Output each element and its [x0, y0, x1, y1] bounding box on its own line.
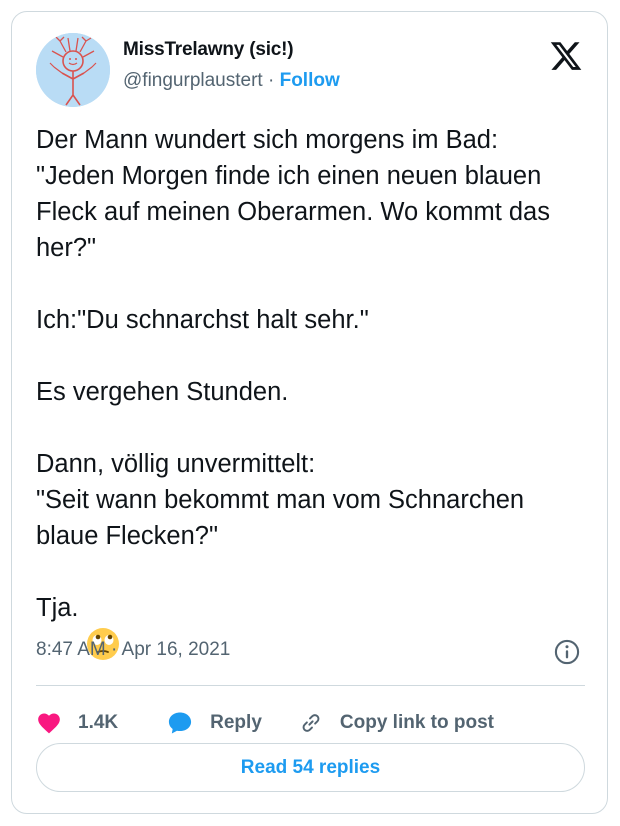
face-with-rolling-eyes-icon — [85, 590, 121, 660]
reply-bubble-icon — [169, 712, 192, 734]
read-replies-button[interactable]: Read 54 replies — [36, 743, 585, 792]
copy-link-button[interactable]: Copy link to post — [298, 710, 494, 736]
info-icon[interactable] — [553, 638, 581, 666]
author-handle[interactable]: @fingurplaustert — [123, 70, 263, 91]
tweet-paragraph: Es vergehen Stunden. — [36, 378, 289, 406]
tweet-timestamp[interactable]: 8:47 AM · Apr 16, 2021 — [36, 639, 230, 661]
tweet-paragraph: Der Mann wundert sich morgens im Bad: "J… — [36, 126, 550, 262]
tweet-text: Der Mann wundert sich morgens im Bad: "J… — [36, 122, 586, 660]
avatar[interactable] — [36, 33, 110, 107]
author-display-name[interactable]: MissTrelawny (sic!) — [123, 39, 294, 61]
avatar-drawing — [36, 33, 110, 107]
handle-separator: · — [267, 70, 275, 91]
like-count: 1.4K — [78, 712, 119, 733]
tweet-actions: 1.4K Reply Copy link to post — [36, 697, 494, 749]
reply-label: Reply — [210, 712, 262, 733]
tweet-closing-line: Tja. — [36, 590, 586, 660]
follow-button[interactable]: Follow — [280, 70, 340, 91]
tweet-paragraph: Ich:"Du schnarchst halt sehr." — [36, 306, 369, 334]
tweet-paragraph: Dann, völlig unvermittelt: "Seit wann be… — [36, 450, 525, 550]
copy-link-label: Copy link to post — [339, 712, 494, 733]
like-button[interactable]: 1.4K — [36, 710, 118, 736]
divider — [36, 685, 585, 686]
reply-button[interactable]: Reply — [166, 709, 262, 737]
link-icon — [302, 714, 320, 732]
tweet-closing-text: Tja. — [36, 594, 79, 622]
heart-icon — [38, 713, 60, 734]
x-logo-icon[interactable] — [549, 39, 583, 73]
author-handle-row: @fingurplaustert · Follow — [123, 70, 340, 92]
tweet-card: MissTrelawny (sic!) @fingurplaustert · F… — [11, 11, 608, 814]
